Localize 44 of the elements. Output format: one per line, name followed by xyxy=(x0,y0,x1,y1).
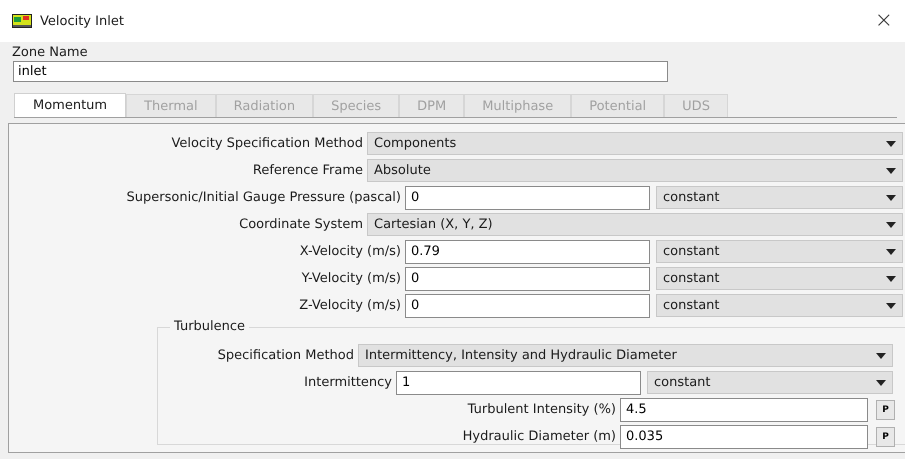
method-dropdown[interactable]: Absolute xyxy=(367,159,903,182)
caret-icon xyxy=(886,140,896,146)
zone-name-label: Zone Name xyxy=(12,45,88,61)
caret-icon xyxy=(886,302,896,308)
field-label: Hydraulic Diameter (m) xyxy=(462,429,617,444)
profile-dropdown[interactable]: constant xyxy=(656,267,903,290)
input-field[interactable]: 0 xyxy=(405,266,650,290)
close-button[interactable]: × xyxy=(870,10,897,32)
app-icon xyxy=(12,14,32,28)
profile-dropdown[interactable]: constant xyxy=(656,240,903,263)
profile-dropdown[interactable]: constant xyxy=(656,294,903,317)
window-title: Velocity Inlet xyxy=(40,14,124,28)
input-field[interactable]: 1 xyxy=(396,370,641,394)
zone-name-field[interactable]: inlet xyxy=(13,61,668,82)
field-label: Velocity Specification Method xyxy=(170,136,364,151)
field-label: Specification Method xyxy=(216,348,355,363)
field-label: Supersonic/Initial Gauge Pressure (pascal) xyxy=(126,190,402,205)
field-label: Turbulent Intensity (%) xyxy=(466,402,617,417)
caret-icon xyxy=(886,222,896,228)
caret-icon xyxy=(886,194,896,200)
tab[interactable]: Momentum xyxy=(14,93,126,117)
caret-icon xyxy=(886,276,896,282)
caret-icon xyxy=(876,352,886,358)
field-label: Reference Frame xyxy=(252,163,364,178)
input-field[interactable]: 0.79 xyxy=(405,240,650,264)
method-dropdown[interactable]: Cartesian (X, Y, Z) xyxy=(367,213,903,236)
input-field[interactable]: 0 xyxy=(405,186,650,210)
caret-icon xyxy=(886,168,896,174)
parameter-button[interactable]: P xyxy=(876,400,895,420)
profile-dropdown[interactable]: constant xyxy=(656,186,903,209)
caret-icon xyxy=(876,380,886,386)
field-label: X-Velocity (m/s) xyxy=(298,244,402,259)
field-label: Intermittency xyxy=(303,375,393,390)
field-label: Coordinate System xyxy=(238,217,364,232)
field-label: Z-Velocity (m/s) xyxy=(298,298,402,313)
input-field[interactable]: 4.5 xyxy=(620,398,868,422)
profile-dropdown[interactable]: constant xyxy=(647,371,893,394)
field-label: Y-Velocity (m/s) xyxy=(300,271,402,286)
method-dropdown[interactable]: Components xyxy=(367,132,903,155)
parameter-button[interactable]: P xyxy=(876,426,895,446)
input-field[interactable]: 0.035 xyxy=(620,424,868,448)
caret-icon xyxy=(886,248,896,254)
method-dropdown[interactable]: Intermittency, Intensity and Hydraulic Diameter xyxy=(358,344,893,367)
input-field[interactable]: 0 xyxy=(405,294,650,318)
